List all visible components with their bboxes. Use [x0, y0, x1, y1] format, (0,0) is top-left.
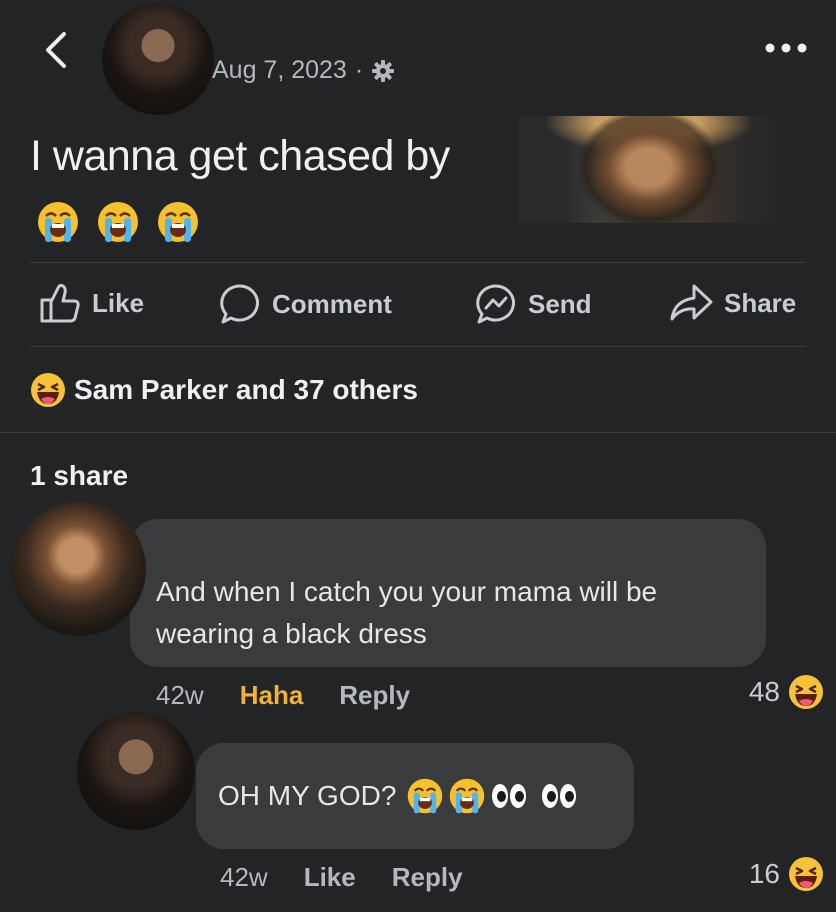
share-label: Share	[724, 287, 797, 318]
loudly-crying-face-icon	[38, 202, 78, 242]
author-avatar[interactable]	[102, 3, 214, 115]
post-date[interactable]: Aug 7, 2023	[212, 56, 347, 85]
commenter-avatar[interactable]	[12, 502, 146, 636]
send-label: Send	[528, 288, 592, 319]
comment-button[interactable]: Comment	[218, 282, 392, 326]
reply-timestamp: 42w	[220, 862, 268, 892]
loudly-crying-face-icon	[450, 778, 485, 814]
comment-label: Comment	[272, 288, 392, 319]
comment-meta: 42w Haha Reply	[156, 680, 410, 711]
comment-reaction-count[interactable]: 48	[749, 674, 824, 710]
loudly-crying-face-icon	[98, 202, 138, 242]
like-button[interactable]: Like	[38, 282, 144, 324]
send-button[interactable]: Send	[474, 282, 592, 326]
reply-text: OH MY GOD?	[218, 780, 397, 811]
haha-icon	[789, 857, 823, 891]
post-emoji-row	[36, 200, 200, 244]
divider	[30, 346, 806, 347]
haha-icon	[789, 675, 823, 709]
share-button[interactable]: Share	[668, 282, 796, 324]
comment-bubble[interactable]: And when I catch you your mama will be w…	[130, 519, 766, 667]
divider	[0, 432, 836, 433]
chevron-left-icon	[46, 32, 66, 68]
share-count[interactable]: 1 share	[30, 460, 128, 492]
reply-reaction-count[interactable]: 16	[749, 856, 824, 892]
comment-timestamp: 42w	[156, 680, 204, 710]
like-label: Like	[92, 287, 145, 318]
share-arrow-icon	[670, 284, 713, 321]
haha-reaction-button[interactable]: Haha	[240, 680, 304, 711]
reply-button[interactable]: Reply	[339, 680, 410, 711]
reply-button[interactable]: Reply	[392, 862, 463, 893]
reply-bubble[interactable]: OH MY GOD?	[196, 743, 634, 849]
reaction-count-value: 16	[748, 858, 780, 889]
more-options-button[interactable]	[764, 40, 808, 56]
reaction-summary-text: Sam Parker and 37 others	[74, 374, 418, 405]
loudly-crying-face-icon	[408, 778, 443, 814]
ellipsis-icon	[765, 43, 807, 53]
reply-meta: 42w Like Reply	[220, 862, 463, 893]
reaction-count-value: 48	[748, 676, 780, 707]
thumbs-up-icon	[40, 283, 80, 323]
eyes-icon	[542, 784, 577, 808]
post-meta: Aug 7, 2023 ·	[212, 56, 395, 85]
post-inline-image[interactable]	[519, 116, 778, 223]
gear-icon	[372, 59, 395, 82]
divider	[30, 262, 806, 263]
replier-avatar[interactable]	[77, 712, 195, 830]
haha-icon	[31, 373, 65, 407]
messenger-icon	[476, 284, 515, 324]
meta-separator: ·	[354, 56, 364, 84]
reaction-summary[interactable]: Sam Parker and 37 others	[30, 372, 418, 408]
eyes-icon	[492, 784, 527, 808]
loudly-crying-face-icon	[158, 202, 198, 242]
comment-text: And when I catch you your mama will be w…	[156, 576, 658, 649]
back-button[interactable]	[38, 28, 78, 72]
like-reply-button[interactable]: Like	[304, 862, 356, 893]
comment-bubble-icon	[220, 284, 259, 324]
post-text: I wanna get chased by	[30, 132, 450, 180]
